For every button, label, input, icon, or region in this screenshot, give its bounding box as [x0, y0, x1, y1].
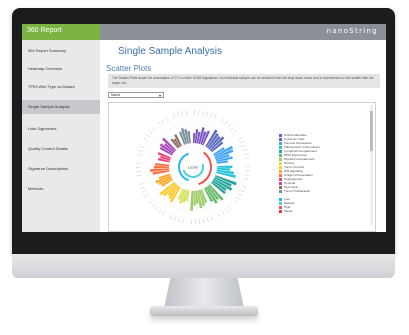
tick-label: [236, 196, 240, 200]
inner-arc: [198, 151, 212, 186]
sidebar-item-quality-control[interactable]: Quality Control Details: [22, 142, 100, 156]
tick-label: [233, 130, 237, 134]
tick-label: [148, 130, 153, 134]
tick-label: [224, 121, 228, 125]
radial-bar: [193, 133, 196, 144]
tick-label: [245, 174, 250, 176]
tick-label: [139, 145, 144, 148]
section-title: Scatter Plots: [106, 64, 152, 73]
tick-label: [146, 134, 150, 138]
sample-select-value: Name: [111, 93, 121, 97]
monitor-chin: [12, 254, 395, 278]
monitor-stand-neck: [164, 278, 244, 308]
tick-label: [182, 219, 184, 224]
tick-label: [169, 215, 172, 220]
tick-label: [206, 111, 208, 116]
legend-entry: Mixed: [279, 209, 292, 213]
tick-label: [207, 217, 209, 222]
tick-label: [144, 194, 148, 197]
monitor-stand-base: [150, 306, 258, 316]
tick-label: [240, 141, 245, 144]
tick-label: [240, 189, 245, 193]
tick-label: [140, 186, 145, 189]
main-content: Single Sample Analysis Scatter Plots The…: [100, 40, 386, 232]
tick-label: [137, 154, 142, 156]
legend-swatch: [279, 189, 282, 193]
tick-label: [157, 121, 161, 126]
sidebar: 360 Report Summary Heatmap Overview TP53…: [22, 40, 100, 232]
tick-label: [230, 127, 234, 131]
sidebar-item-tp53[interactable]: TP53 Wild Type vs Mutant: [22, 80, 100, 94]
tick-label: [161, 119, 165, 123]
tick-label: [138, 149, 143, 152]
scene: 360 Report nanoString 360 Report Summary…: [0, 0, 409, 335]
sample-select[interactable]: Name ▾: [108, 92, 164, 98]
tick-label: [211, 216, 213, 221]
legend-entry: Tumor Proliferation: [279, 189, 310, 193]
tick-label: [238, 137, 242, 140]
tick-label: [181, 111, 183, 116]
radial-bar: [216, 165, 233, 168]
description-box: The Scatter Plots depict the association…: [108, 74, 380, 88]
scrollbar[interactable]: [370, 105, 373, 225]
tick-label: [155, 206, 159, 210]
tick-label: [143, 137, 148, 141]
app-title: 360 Report: [27, 27, 62, 34]
sidebar-item-single-sample-analysis[interactable]: Single Sample Analysis: [22, 100, 100, 114]
screen: 360 Report nanoString 360 Report Summary…: [22, 24, 386, 232]
tick-label: [233, 200, 238, 204]
tick-label: [244, 178, 249, 180]
tick-label: [227, 124, 231, 128]
tick-label: [218, 213, 221, 218]
chart-center-label: Lucile: [188, 165, 199, 170]
top-bar: 360 Report nanoString: [22, 24, 386, 40]
tick-label: [238, 193, 243, 197]
radial-bar: [153, 166, 170, 169]
brand-logo: nanoString: [326, 27, 378, 35]
radial-bar: [155, 163, 170, 167]
tick-label: [244, 153, 249, 155]
tick-label: [242, 186, 247, 189]
chevron-down-icon: ▾: [158, 93, 161, 98]
sidebar-item-methods[interactable]: Methods: [22, 182, 100, 196]
tick-label: [225, 208, 229, 213]
tick-label: [149, 200, 153, 204]
legend-swatch: [279, 209, 282, 213]
tick-label: [241, 145, 246, 148]
sidebar-item-report-summary[interactable]: 360 Report Summary: [22, 44, 100, 58]
scrollbar-thumb[interactable]: [370, 111, 373, 151]
tick-label: [178, 218, 180, 223]
tick-label: [151, 127, 155, 131]
tick-label: [158, 209, 162, 213]
tick-label: [141, 190, 146, 193]
tick-label: [152, 203, 156, 207]
tick-label: [165, 116, 168, 121]
page-title: Single Sample Analysis: [118, 46, 222, 57]
radial-bar: [190, 190, 193, 211]
radial-chart: Lucile: [135, 110, 251, 224]
tick-label: [221, 211, 225, 215]
legend-label: Tumor Proliferation: [284, 189, 311, 193]
tick-label: [173, 216, 176, 221]
tick-label: [162, 211, 165, 216]
legend-label: Mixed: [284, 209, 293, 213]
tick-label: [228, 206, 232, 210]
sidebar-item-heatmap-overview[interactable]: Heatmap Overview: [22, 62, 100, 76]
tick-label: [177, 112, 179, 117]
tick-label: [138, 183, 143, 185]
tick-label: [203, 218, 205, 223]
tick-label: [245, 157, 250, 159]
tick-label: [243, 149, 248, 151]
tick-label: [136, 175, 141, 177]
tick-label: [202, 110, 204, 115]
sidebar-item-signature-descriptions[interactable]: Signature Descriptions: [22, 162, 100, 176]
plot-panel: Lucile Anti-Proliferative Cytotoxic Cells…: [108, 102, 376, 232]
sidebar-item-lists-signatures[interactable]: Lists Signatures: [22, 122, 100, 136]
tick-label: [210, 113, 213, 118]
tick-label: [214, 114, 217, 119]
tick-label: [221, 118, 224, 123]
tick-label: [173, 113, 175, 118]
